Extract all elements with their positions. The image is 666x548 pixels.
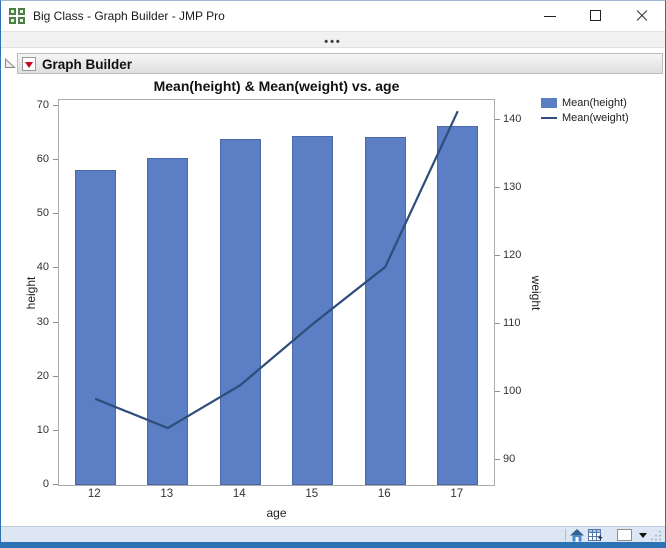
x-category-label: 13 (160, 488, 174, 500)
left-tick-label: 60 (36, 153, 49, 166)
maximize-button[interactable] (573, 1, 619, 31)
left-tick-mark (53, 159, 58, 161)
right-tick-label: 140 (503, 113, 522, 125)
right-tick-label: 130 (503, 181, 522, 193)
color-swatch[interactable] (617, 529, 632, 541)
mean-weight-line[interactable] (59, 100, 494, 485)
left-tick-mark (53, 484, 58, 485)
title-bar: Big Class - Graph Builder - JMP Pro (1, 1, 665, 31)
window-controls (527, 1, 665, 31)
splitter-drag-handle[interactable]: ••• (1, 31, 665, 48)
jmp-window: Big Class - Graph Builder - JMP Pro ••• … (0, 0, 666, 548)
window-title: Big Class - Graph Builder - JMP Pro (33, 9, 225, 23)
right-tick-mark (495, 323, 500, 324)
x-category-label: 12 (87, 488, 101, 500)
legend: Mean(height) Mean(weight) (541, 97, 629, 127)
left-tick-label: 0 (42, 478, 49, 490)
data-table-icon[interactable] (588, 528, 603, 542)
x-category-label: 17 (450, 488, 464, 500)
home-icon[interactable] (570, 528, 584, 542)
jmp-app-icon (9, 8, 25, 24)
left-tick-mark (53, 375, 58, 377)
minimize-button[interactable] (527, 1, 573, 31)
maximize-icon (590, 10, 601, 21)
left-tick-label: 40 (36, 261, 49, 274)
y-axis-label-height[interactable]: height (24, 277, 38, 310)
left-tick-label: 20 (36, 369, 49, 382)
left-tick-label: 50 (36, 207, 49, 220)
status-separator (565, 529, 566, 541)
graph-builder-header: Graph Builder (17, 53, 663, 74)
panel-title: Graph Builder (42, 57, 133, 72)
right-tick-mark (495, 187, 500, 188)
plot-area[interactable] (58, 99, 495, 486)
resize-grip-icon[interactable] (651, 530, 662, 541)
left-tick-mark (53, 267, 58, 269)
x-category-label: 15 (305, 488, 319, 500)
right-tick-mark (495, 255, 500, 256)
close-button[interactable] (619, 1, 665, 31)
y-axis-label-weight[interactable]: weight (529, 276, 543, 311)
legend-line-swatch (541, 117, 557, 119)
right-tick-mark (495, 391, 500, 392)
left-tick-mark (53, 321, 58, 323)
left-tick-mark (53, 429, 58, 431)
right-tick-mark (495, 459, 500, 460)
legend-item[interactable]: Mean(height) (541, 97, 629, 109)
disclosure-triangle-icon[interactable] (4, 57, 16, 69)
red-triangle-menu-icon[interactable] (22, 57, 36, 71)
x-category-label: 16 (377, 488, 391, 500)
right-tick-label: 90 (503, 453, 516, 465)
x-category-label: 14 (232, 488, 246, 500)
dropdown-arrow-icon[interactable] (639, 532, 647, 538)
drag-handle-dots: ••• (324, 36, 342, 48)
right-tick-label: 100 (503, 385, 522, 397)
right-tick-label: 110 (503, 317, 521, 329)
status-bar (1, 526, 665, 542)
legend-item[interactable]: Mean(weight) (541, 112, 629, 124)
left-tick-label: 30 (36, 315, 49, 328)
minimize-icon (544, 16, 556, 17)
window-bottom-border (1, 542, 665, 548)
x-axis-label-age[interactable]: age (58, 506, 495, 520)
legend-label: Mean(weight) (562, 112, 629, 124)
right-tick-label: 120 (503, 249, 522, 261)
left-tick-mark (53, 105, 58, 106)
right-tick-mark (495, 119, 500, 120)
legend-label: Mean(height) (562, 97, 627, 109)
legend-bar-swatch (541, 98, 557, 108)
left-tick-label: 70 (36, 99, 49, 111)
chart-title[interactable]: Mean(height) & Mean(weight) vs. age (58, 78, 495, 94)
left-tick-label: 10 (36, 423, 49, 436)
left-tick-mark (53, 213, 58, 215)
